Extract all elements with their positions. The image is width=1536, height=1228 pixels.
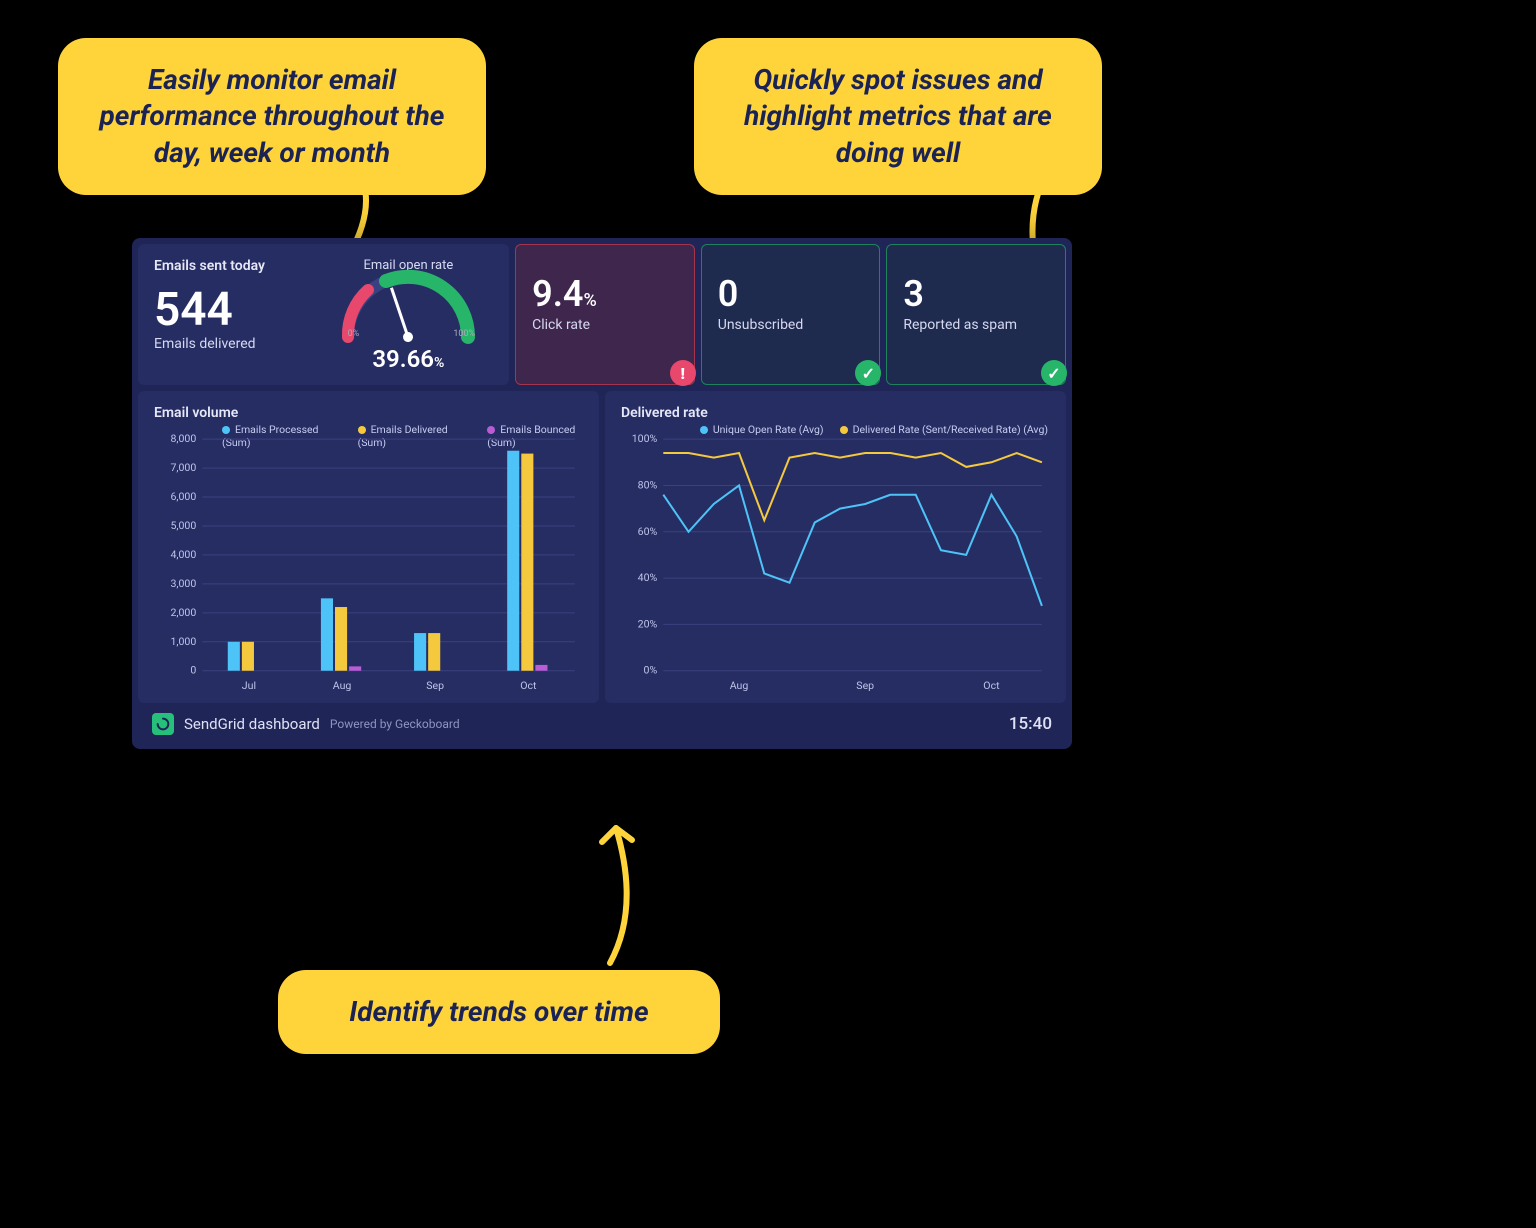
svg-text:0: 0 <box>190 664 196 677</box>
svg-text:Jul: Jul <box>242 679 256 692</box>
gauge-open-rate: Email open rate 0% 100% 39 <box>324 258 494 373</box>
svg-text:6,000: 6,000 <box>170 490 196 503</box>
svg-text:60%: 60% <box>638 525 658 538</box>
metric-caption: Unsubscribed <box>718 317 864 333</box>
svg-text:Oct: Oct <box>983 679 1000 692</box>
line-chart: 0% 20% 40% 60% 80% 100% Aug Sep Oct <box>619 421 1052 693</box>
svg-text:40%: 40% <box>638 571 658 584</box>
panel-title: Emails sent today <box>154 258 324 274</box>
dashboard-footer: SendGrid dashboard Powered by Geckoboard… <box>138 703 1066 743</box>
metric-unsubscribed: 0 Unsubscribed ✓ <box>701 244 881 385</box>
svg-text:Aug: Aug <box>730 679 749 692</box>
svg-text:80%: 80% <box>638 478 658 491</box>
panel-title: Email volume <box>154 405 583 421</box>
check-icon: ✓ <box>855 360 881 386</box>
emails-delivered-value: 544 <box>154 286 324 334</box>
svg-text:3,000: 3,000 <box>170 577 196 590</box>
footer-powered: Powered by Geckoboard <box>330 717 460 731</box>
gauge-min-label: 0% <box>348 329 360 339</box>
panel-emails-sent: Emails sent today 544 Emails delivered E… <box>138 244 509 385</box>
svg-text:0%: 0% <box>644 664 658 677</box>
svg-text:4,000: 4,000 <box>170 548 196 561</box>
arrow-icon <box>580 818 660 968</box>
svg-text:20%: 20% <box>638 617 658 630</box>
panel-email-volume: Email volume Emails Processed (Sum)Email… <box>138 391 599 703</box>
panel-delivered-rate: Delivered rate Unique Open Rate (Avg)Del… <box>605 391 1066 703</box>
sendgrid-logo-icon <box>152 713 174 735</box>
svg-text:Aug: Aug <box>333 679 352 692</box>
svg-text:5,000: 5,000 <box>170 519 196 532</box>
metric-click-rate: 9.4% Click rate ! <box>515 244 695 385</box>
callout-trends: Identify trends over time <box>278 970 720 1054</box>
metric-caption: Click rate <box>532 317 678 333</box>
footer-brand: SendGrid dashboard <box>184 715 320 733</box>
metric-value: 0 <box>718 273 739 315</box>
emails-delivered-caption: Emails delivered <box>154 336 324 352</box>
metric-value: 9.4 <box>532 273 583 315</box>
callout-spot-issues: Quickly spot issues and highlight metric… <box>694 38 1102 195</box>
metric-value: 3 <box>903 273 924 315</box>
gauge-value: 39.66% <box>324 345 494 373</box>
panel-title: Delivered rate <box>621 405 1050 421</box>
footer-time: 15:40 <box>1009 714 1052 734</box>
dashboard: Emails sent today 544 Emails delivered E… <box>132 238 1072 749</box>
warning-icon: ! <box>670 360 696 386</box>
gauge-max-label: 100% <box>453 329 475 339</box>
check-icon: ✓ <box>1041 360 1067 386</box>
metric-spam: 3 Reported as spam ✓ <box>886 244 1066 385</box>
svg-text:2,000: 2,000 <box>170 606 196 619</box>
svg-text:7,000: 7,000 <box>170 461 196 474</box>
svg-text:1,000: 1,000 <box>170 635 196 648</box>
metric-unit: % <box>584 290 597 311</box>
svg-text:Oct: Oct <box>520 679 537 692</box>
svg-text:Sep: Sep <box>856 679 874 692</box>
svg-text:100%: 100% <box>632 432 658 445</box>
metric-caption: Reported as spam <box>903 317 1049 333</box>
bar-chart: 0 1,000 2,000 3,000 4,000 5,000 6,000 7,000 8,00… <box>152 421 585 693</box>
callout-monitor: Easily monitor email performance through… <box>58 38 486 195</box>
svg-text:8,000: 8,000 <box>170 432 196 445</box>
svg-text:Sep: Sep <box>426 679 444 692</box>
